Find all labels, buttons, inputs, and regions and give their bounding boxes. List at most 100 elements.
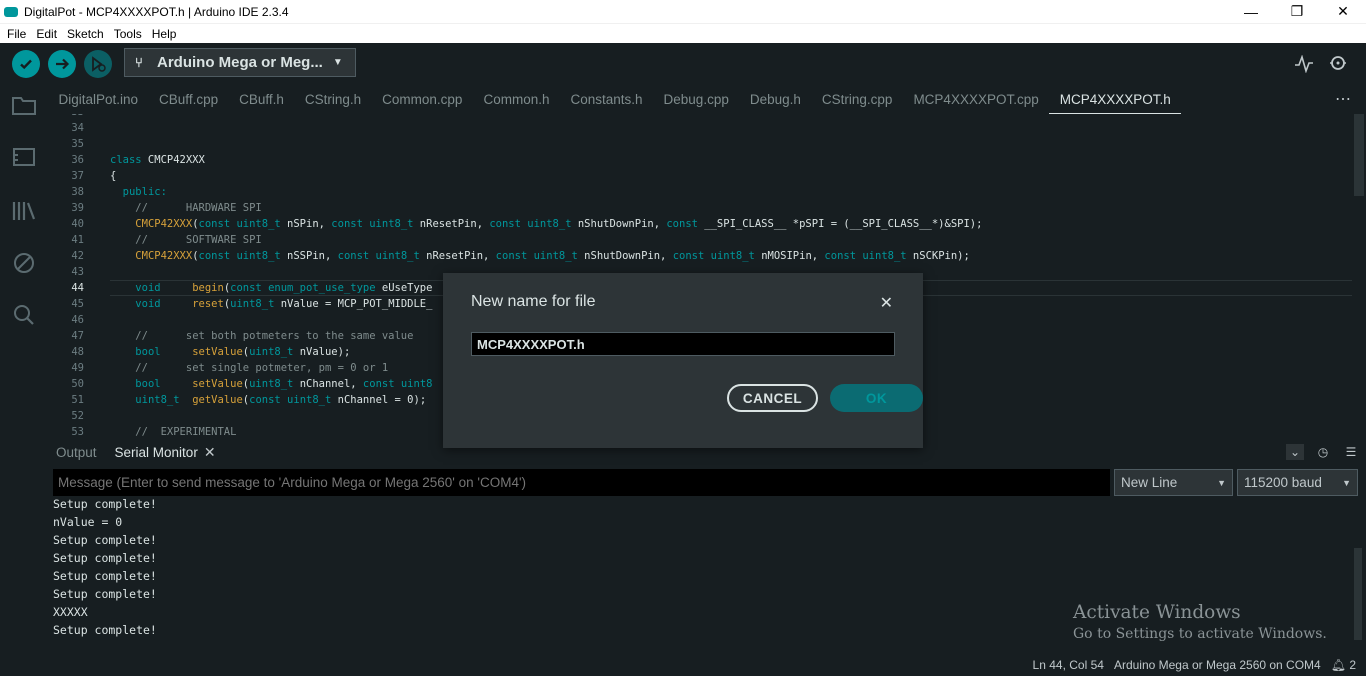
- code-text: uint8_t getValue(const uint8_t nChannel …: [135, 394, 427, 406]
- activate-windows-subtitle: Go to Settings to activate Windows.: [1073, 626, 1327, 642]
- close-window-button[interactable]: ✕: [1320, 0, 1366, 23]
- line-number: 43: [71, 266, 84, 278]
- serial-scrollbar[interactable]: [1354, 548, 1362, 640]
- autoscroll-icon[interactable]: ⌄: [1286, 444, 1304, 460]
- code-text: // set both potmeters to the same value: [135, 330, 414, 342]
- file-name-input[interactable]: [471, 332, 895, 356]
- boards-manager-button[interactable]: [10, 143, 38, 171]
- tab-mcp4xxxxpot-h[interactable]: MCP4XXXXPOT.h: [1049, 85, 1182, 114]
- line-number: 34: [71, 122, 84, 134]
- line-number: 42: [71, 250, 84, 262]
- tab-cbuff-h[interactable]: CBuff.h: [229, 85, 295, 114]
- tab-common-h[interactable]: Common.h: [473, 85, 560, 114]
- notifications[interactable]: 🔔︎ 2: [1331, 658, 1356, 672]
- tab-debug-cpp[interactable]: Debug.cpp: [653, 85, 739, 114]
- upload-button[interactable]: [48, 50, 76, 78]
- close-dialog-icon[interactable]: ✕: [880, 293, 893, 313]
- sidebar: [0, 85, 48, 676]
- code-line[interactable]: 35: [48, 136, 1348, 152]
- editor-scrollbar[interactable]: [1354, 114, 1364, 196]
- serial-line: Setup complete!: [53, 623, 157, 637]
- line-number: 52: [71, 410, 84, 422]
- baud-rate-select[interactable]: 115200 baud ▼: [1237, 469, 1358, 496]
- tab-constants-h[interactable]: Constants.h: [560, 85, 653, 114]
- serial-monitor-button[interactable]: [1327, 52, 1351, 76]
- line-number: 39: [71, 202, 84, 214]
- line-number: 45: [71, 298, 84, 310]
- tab-debug-h[interactable]: Debug.h: [739, 85, 811, 114]
- code-line[interactable]: 37 {: [48, 168, 1348, 184]
- code-line[interactable]: 36 class CMCP42XXX: [48, 152, 1348, 168]
- debug-icon: [92, 56, 106, 72]
- verify-button[interactable]: [12, 50, 40, 78]
- tab-digitalpot-ino[interactable]: DigitalPot.ino: [48, 85, 149, 114]
- tab-serial-monitor[interactable]: Serial Monitor: [107, 445, 208, 460]
- tab-output[interactable]: Output: [48, 445, 107, 460]
- code-line[interactable]: 42 CMCP42XXX(const uint8_t nSSPin, const…: [48, 248, 1348, 264]
- line-number: 36: [71, 154, 84, 166]
- tab-cbuff-cpp[interactable]: CBuff.cpp: [149, 85, 229, 114]
- serial-line: XXXXX: [53, 605, 88, 619]
- tab-common-cpp[interactable]: Common.cpp: [372, 85, 473, 114]
- close-serial-monitor-icon[interactable]: ✕: [204, 444, 216, 461]
- code-line[interactable]: 38 public:: [48, 184, 1348, 200]
- debug-button[interactable]: [84, 50, 112, 78]
- debug-panel-button[interactable]: [10, 249, 38, 277]
- library-manager-button[interactable]: [10, 197, 38, 225]
- menu-file[interactable]: File: [2, 27, 31, 41]
- menu-help[interactable]: Help: [147, 27, 182, 41]
- chevron-down-icon: ▼: [332, 57, 343, 68]
- baud-rate-value: 115200 baud: [1244, 475, 1322, 490]
- cursor-position[interactable]: Ln 44, Col 54: [1033, 658, 1104, 672]
- board-status[interactable]: Arduino Mega or Mega 2560 on COM4: [1114, 658, 1321, 672]
- title-bar: DigitalPot - MCP4XXXXPOT.h | Arduino IDE…: [0, 0, 1366, 23]
- code-text: // EXPERIMENTAL: [135, 426, 237, 437]
- sketchbook-button[interactable]: [10, 91, 38, 119]
- library-icon: [12, 202, 36, 220]
- code-text: // HARDWARE SPI: [135, 202, 262, 214]
- minimize-button[interactable]: —: [1228, 0, 1274, 23]
- board-icon: [13, 148, 35, 166]
- arrow-right-icon: [56, 58, 70, 70]
- ok-button[interactable]: OK: [830, 384, 923, 412]
- tab-cstring-cpp[interactable]: CString.cpp: [811, 85, 903, 114]
- menu-sketch[interactable]: Sketch: [62, 27, 109, 41]
- code-text: // SOFTWARE SPI: [135, 234, 262, 246]
- window-title: DigitalPot - MCP4XXXXPOT.h | Arduino IDE…: [24, 4, 289, 19]
- serial-plotter-button[interactable]: [1292, 52, 1316, 76]
- line-number: 50: [71, 378, 84, 390]
- code-line[interactable]: 41 // SOFTWARE SPI: [48, 232, 1348, 248]
- menu-tools[interactable]: Tools: [109, 27, 147, 41]
- status-bar: Ln 44, Col 54 Arduino Mega or Mega 2560 …: [48, 654, 1366, 676]
- serial-monitor-icon: [1330, 56, 1346, 70]
- code-text: // set single potmeter, pm = 0 or 1: [135, 362, 389, 374]
- debug-icon: [14, 253, 34, 273]
- tab-cstring-h[interactable]: CString.h: [294, 85, 371, 114]
- menu-bar: File Edit Sketch Tools Help: [0, 23, 1366, 43]
- code-line[interactable]: 39 // HARDWARE SPI: [48, 200, 1348, 216]
- timestamp-icon[interactable]: ◷: [1314, 444, 1332, 460]
- line-number: 38: [71, 186, 84, 198]
- restore-button[interactable]: ❐: [1274, 0, 1320, 23]
- code-text: public:: [122, 186, 167, 198]
- code-line[interactable]: 34: [48, 120, 1348, 136]
- serial-message-input[interactable]: [53, 469, 1110, 496]
- serial-output[interactable]: Activate Windows Go to Settings to activ…: [48, 498, 1366, 654]
- search-button[interactable]: [10, 301, 38, 329]
- line-ending-select[interactable]: New Line ▼: [1114, 469, 1233, 496]
- folder-icon: [12, 97, 36, 115]
- arduino-logo-icon: [4, 6, 18, 17]
- chevron-down-icon: ▼: [1217, 477, 1226, 488]
- line-number: 51: [71, 394, 84, 406]
- menu-edit[interactable]: Edit: [31, 27, 62, 41]
- board-selector[interactable]: ⑂ Arduino Mega or Meg... ▼: [124, 48, 356, 77]
- usb-icon: ⑂: [135, 55, 143, 70]
- code-line[interactable]: 40 CMCP42XXX(const uint8_t nSPin, const …: [48, 216, 1348, 232]
- code-text: bool setValue(uint8_t nValue);: [135, 346, 351, 358]
- code-text: CMCP42XXX(const uint8_t nSPin, const uin…: [135, 218, 983, 230]
- tab-mcp4xxxxpot-cpp[interactable]: MCP4XXXXPOT.cpp: [903, 85, 1049, 114]
- board-selector-label: Arduino Mega or Meg...: [157, 54, 323, 71]
- more-tabs-icon[interactable]: ⋯: [1335, 89, 1352, 109]
- cancel-button[interactable]: CANCEL: [727, 384, 818, 412]
- clear-output-icon[interactable]: ☰: [1342, 444, 1360, 460]
